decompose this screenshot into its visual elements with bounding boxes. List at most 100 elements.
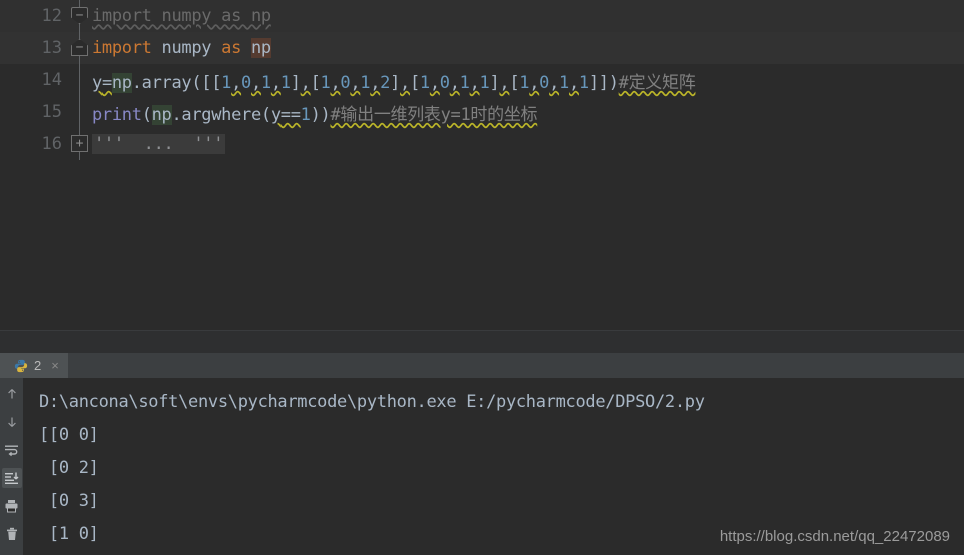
code-token: ] — [290, 72, 301, 93]
code-token: , — [231, 72, 242, 93]
code-token: as — [221, 38, 242, 58]
run-tool-window-tabbar: 2 × — [0, 353, 964, 378]
line-number-16: 16 — [41, 134, 62, 154]
code-line-16[interactable]: 16 + ''' ... ''' — [0, 128, 964, 160]
fold-collapse-icon[interactable]: − — [71, 7, 88, 24]
fold-guide-line — [79, 96, 80, 128]
code-token: y — [92, 72, 102, 93]
code-token: , — [350, 72, 361, 93]
code-editor[interactable]: 12− import numpy as np 13− import numpy as … — [0, 0, 964, 330]
code-token: , — [529, 72, 540, 93]
code-token: 1 — [221, 72, 232, 93]
python-icon — [14, 359, 28, 373]
code-text-14: y=np.array([[1,0,1,1],[1,0,1,2],[1,0,1,1… — [92, 68, 696, 93]
code-token: 0 — [539, 72, 550, 93]
run-tab-label: 2 — [34, 358, 42, 373]
code-line-14[interactable]: 14 y=np.array([[1,0,1,1],[1,0,1,2],[1,0,1… — [0, 64, 964, 96]
code-token: , — [469, 72, 480, 93]
code-token: , — [270, 72, 281, 93]
fold-column: + — [70, 128, 92, 160]
code-token: , — [330, 72, 341, 93]
code-token: 1 — [559, 72, 569, 93]
pycharm-window: 12− import numpy as np 13− import numpy as … — [0, 0, 964, 555]
code-token: ]]) — [588, 72, 619, 93]
code-token: = — [101, 72, 112, 93]
code-token: , — [549, 72, 560, 93]
fold-collapse-icon[interactable]: − — [71, 39, 88, 56]
code-token: ] — [489, 72, 500, 93]
code-token: 0 — [241, 72, 251, 93]
fold-column: − — [70, 0, 92, 32]
code-text-16: ''' ... ''' — [92, 134, 226, 154]
fold-column: − — [70, 32, 92, 64]
code-text-13: import numpy as np — [92, 38, 271, 58]
code-token: import numpy as np — [92, 6, 271, 26]
code-token: np — [111, 72, 132, 93]
code-token: , — [429, 72, 440, 93]
code-text-15: print(np.argwhere(y==1))#输出一维列表y=1时的坐标 — [92, 100, 538, 125]
code-token: , — [370, 72, 381, 93]
fold-guide-line — [79, 64, 80, 96]
code-token: #定义矩阵 — [618, 72, 696, 93]
code-token: , — [449, 72, 460, 93]
run-console: D:\ancona\soft\envs\pycharmcode\python.e… — [0, 378, 964, 555]
folded-region[interactable]: ''' ... ''' — [92, 134, 226, 154]
code-token: 1 — [360, 72, 371, 93]
code-token: )) — [310, 104, 331, 125]
code-token: numpy — [161, 38, 212, 58]
code-line-13[interactable]: 13− import numpy as np — [0, 32, 964, 64]
code-token: == — [280, 104, 301, 125]
code-token: #输出一维列表y=1时的坐标 — [330, 104, 538, 125]
code-token: .argwhere( — [171, 104, 272, 125]
console-line: [[0 0] — [39, 425, 99, 445]
line-number-15: 15 — [41, 102, 62, 122]
line-number-12: 12 — [41, 6, 62, 26]
code-token: np — [151, 104, 172, 125]
code-token: , — [400, 72, 410, 93]
watermark-text: https://blog.csdn.net/qq_22472089 — [719, 528, 950, 545]
code-line-15[interactable]: 15 print(np.argwhere(y==1))#输出一维列表y=1时的坐标 — [0, 96, 964, 128]
code-token: [ — [509, 72, 520, 93]
code-lines: 12− import numpy as np 13− import numpy as … — [0, 0, 964, 160]
print-icon[interactable] — [2, 496, 22, 516]
close-icon[interactable]: × — [51, 358, 59, 373]
line-number-13: 13 — [41, 38, 62, 58]
editor-console-splitter[interactable] — [0, 330, 964, 353]
code-token: 1 — [519, 72, 530, 93]
console-toolbar — [0, 378, 23, 555]
code-line-12[interactable]: 12− import numpy as np — [0, 0, 964, 32]
up-arrow-icon[interactable] — [2, 384, 22, 404]
code-token: ] — [390, 72, 401, 93]
code-token: y — [270, 104, 281, 125]
code-token: [ — [409, 72, 420, 93]
code-token: 2 — [380, 72, 391, 93]
code-text-12: import numpy as np — [92, 6, 271, 26]
code-token: import — [92, 38, 152, 58]
code-token: 1 — [260, 72, 271, 93]
soft-wrap-icon[interactable] — [2, 440, 22, 460]
code-token: 1 — [300, 104, 311, 125]
code-token: 1 — [479, 72, 490, 93]
console-line: [0 3] — [39, 491, 99, 511]
fold-column — [70, 96, 92, 128]
trash-icon[interactable] — [2, 524, 22, 544]
console-line: [0 2] — [39, 458, 99, 478]
code-token: 1 — [280, 72, 291, 93]
code-token: .array([[ — [131, 72, 222, 93]
code-token: print — [92, 104, 142, 125]
code-token: , — [499, 72, 510, 93]
down-arrow-icon[interactable] — [2, 412, 22, 432]
code-token: 1 — [578, 72, 589, 93]
code-token: , — [250, 72, 261, 93]
code-token: , — [300, 72, 311, 93]
console-line: D:\ancona\soft\envs\pycharmcode\python.e… — [39, 392, 705, 412]
code-token: 0 — [439, 72, 450, 93]
scroll-to-end-icon[interactable] — [1, 468, 22, 488]
fold-expand-icon[interactable]: + — [71, 135, 88, 152]
line-number-14: 14 — [41, 70, 62, 90]
code-token: 1 — [320, 72, 331, 93]
code-token: ( — [141, 104, 152, 125]
run-tab-2[interactable]: 2 × — [0, 353, 68, 378]
